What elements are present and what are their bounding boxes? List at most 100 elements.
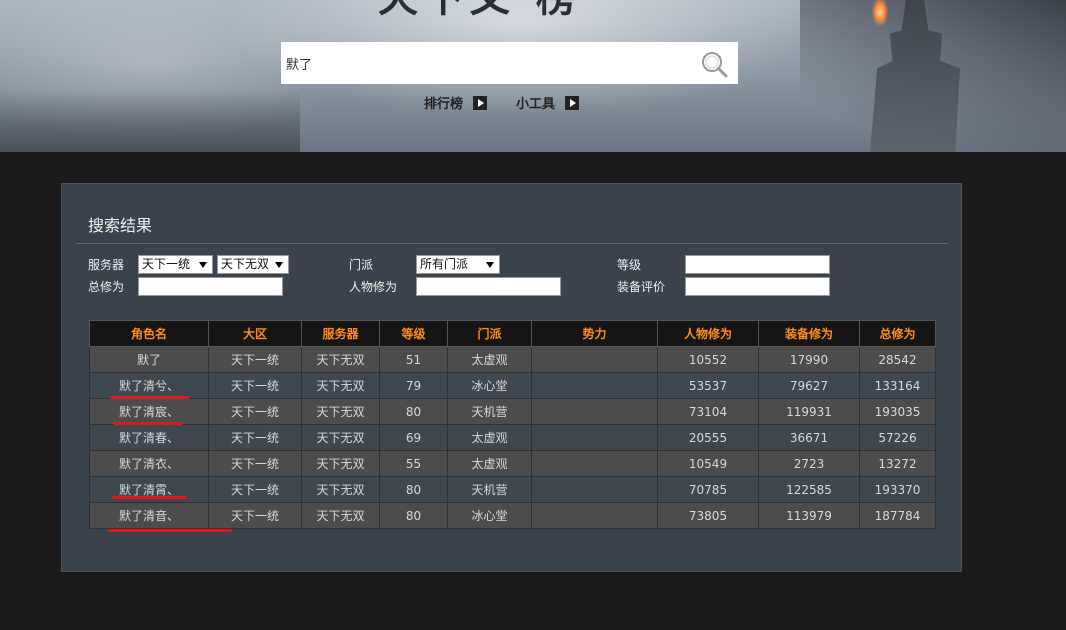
table-row[interactable]: 默了清兮、 天下一统 天下无双 79 冰心堂 53537 79627 13316…	[89, 372, 936, 399]
dropdown-arrow-icon	[486, 262, 494, 268]
sect-select[interactable]: 所有门派	[416, 255, 500, 274]
table-cell: 187784	[859, 502, 936, 529]
sect-filter-label: 门派	[349, 258, 374, 272]
table-cell: 55	[379, 450, 448, 477]
table-cell: 天下无双	[301, 398, 380, 425]
table-cell: 天机营	[447, 398, 532, 425]
table-cell: 天下一统	[208, 476, 302, 503]
nav-link-tools[interactable]: 小工具	[516, 96, 580, 114]
nav-link-ranking[interactable]: 排行榜	[424, 96, 488, 114]
search-box	[281, 42, 738, 84]
table-row[interactable]: 默了清衣、 天下一统 天下无双 55 太虚观 10549 2723 13272	[89, 450, 936, 477]
server-select-2[interactable]: 天下无双	[217, 255, 289, 274]
site-logo: 天下叉 榜	[378, 0, 698, 18]
table-cell: 天下一统	[208, 424, 302, 451]
table-cell: 28542	[859, 346, 936, 373]
column-header[interactable]: 服务器	[301, 320, 380, 347]
dropdown-arrow-icon	[275, 262, 283, 268]
table-row[interactable]: 默了清春、 天下一统 天下无双 69 太虚观 20555 36671 57226	[89, 424, 936, 451]
column-header[interactable]: 门派	[447, 320, 532, 347]
table-header-row: 角色名 大区 服务器 等级 门派 势力 人物修为 装备修为 总修为	[89, 320, 936, 347]
table-cell: 天下无双	[301, 476, 380, 503]
header-banner: 天下叉 榜 排行榜 小工具	[0, 0, 1066, 152]
play-arrow-icon	[565, 96, 580, 110]
table-cell: 20555	[657, 424, 759, 451]
search-input[interactable]	[281, 42, 691, 84]
search-button[interactable]	[700, 50, 728, 78]
table-cell: 13272	[859, 450, 936, 477]
table-cell	[531, 502, 658, 529]
column-header[interactable]: 势力	[531, 320, 658, 347]
table-cell[interactable]: 默了清宸、	[89, 398, 209, 425]
equip-rating-label: 装备评价	[617, 280, 666, 294]
nav-links: 排行榜 小工具	[0, 96, 1066, 114]
sect-select-value: 所有门派	[420, 257, 469, 271]
table-cell[interactable]: 默了清音、	[89, 502, 209, 529]
table-cell	[531, 372, 658, 399]
panel-divider	[76, 243, 948, 244]
table-row[interactable]: 默了清宸、 天下一统 天下无双 80 天机营 73104 119931 1930…	[89, 398, 936, 425]
table-cell: 天下一统	[208, 502, 302, 529]
table-cell: 太虚观	[447, 450, 532, 477]
table-cell: 冰心堂	[447, 372, 532, 399]
panel-title: 搜索结果	[88, 216, 153, 235]
table-cell: 80	[379, 502, 448, 529]
char-cultivation-label: 人物修为	[349, 280, 398, 294]
table-cell: 天下无双	[301, 502, 380, 529]
table-cell: 10552	[657, 346, 759, 373]
table-cell: 天下一统	[208, 372, 302, 399]
table-cell	[531, 346, 658, 373]
banner-tower-decoration	[800, 0, 1066, 152]
table-cell: 36671	[758, 424, 860, 451]
table-cell: 天机营	[447, 476, 532, 503]
table-cell[interactable]: 默了清春、	[89, 424, 209, 451]
table-cell: 73805	[657, 502, 759, 529]
table-cell: 天下无双	[301, 372, 380, 399]
table-row[interactable]: 默了 天下一统 天下无双 51 太虚观 10552 17990 28542	[89, 346, 936, 373]
column-header[interactable]: 人物修为	[657, 320, 759, 347]
table-cell[interactable]: 默了清衣、	[89, 450, 209, 477]
results-table: 角色名 大区 服务器 等级 门派 势力 人物修为 装备修为 总修为 默了 天下一…	[89, 320, 936, 529]
table-cell: 57226	[859, 424, 936, 451]
server-select-2-value: 天下无双	[221, 257, 270, 271]
nav-link-label: 排行榜	[424, 97, 464, 112]
table-cell: 10549	[657, 450, 759, 477]
table-cell: 天下无双	[301, 450, 380, 477]
search-results-panel: 搜索结果 服务器 天下一统 天下无双 门派 所有门派 等级 总修为 人物修为 装…	[61, 183, 962, 572]
column-header[interactable]: 角色名	[89, 320, 209, 347]
total-cultivation-input[interactable]	[138, 277, 283, 296]
red-underline-annotation	[112, 496, 187, 499]
table-cell	[531, 450, 658, 477]
server-select-1-value: 天下一统	[142, 257, 191, 271]
column-header[interactable]: 总修为	[859, 320, 936, 347]
equip-rating-input[interactable]	[685, 277, 830, 296]
red-underline-annotation	[108, 529, 232, 532]
table-cell: 17990	[758, 346, 860, 373]
server-select-1[interactable]: 天下一统	[138, 255, 213, 274]
column-header[interactable]: 装备修为	[758, 320, 860, 347]
table-cell: 冰心堂	[447, 502, 532, 529]
table-cell: 天下一统	[208, 450, 302, 477]
table-cell: 193370	[859, 476, 936, 503]
red-underline-annotation	[110, 396, 190, 399]
level-input[interactable]	[685, 255, 830, 274]
table-cell: 79627	[758, 372, 860, 399]
table-row[interactable]: 默了清霄、 天下一统 天下无双 80 天机营 70785 122585 1933…	[89, 476, 936, 503]
table-cell[interactable]: 默了	[89, 346, 209, 373]
char-cultivation-input[interactable]	[416, 277, 561, 296]
table-cell: 70785	[657, 476, 759, 503]
table-row[interactable]: 默了清音、 天下一统 天下无双 80 冰心堂 73805 113979 1877…	[89, 502, 936, 529]
table-cell: 193035	[859, 398, 936, 425]
table-cell[interactable]: 默了清兮、	[89, 372, 209, 399]
banner-spark-decoration	[872, 0, 888, 26]
red-underline-annotation	[113, 422, 183, 425]
table-cell: 119931	[758, 398, 860, 425]
level-filter-label: 等级	[617, 258, 642, 272]
table-cell: 天下无双	[301, 346, 380, 373]
table-cell	[531, 424, 658, 451]
column-header[interactable]: 大区	[208, 320, 302, 347]
play-arrow-icon	[473, 96, 488, 110]
column-header[interactable]: 等级	[379, 320, 448, 347]
table-cell: 天下一统	[208, 398, 302, 425]
nav-link-label: 小工具	[516, 97, 556, 112]
